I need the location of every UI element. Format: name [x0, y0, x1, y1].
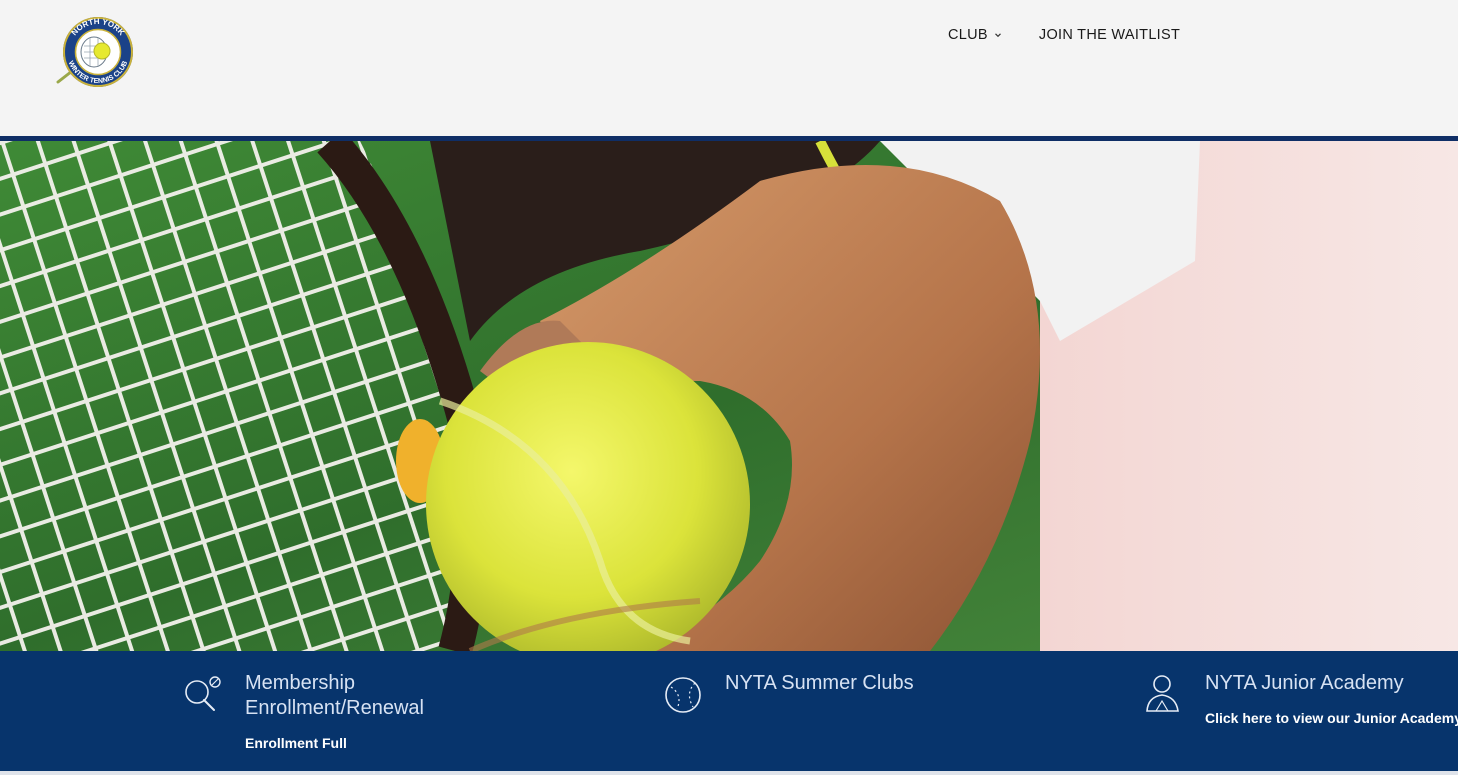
search-tennis-icon	[185, 676, 221, 711]
feature-membership-title-line2[interactable]: Enrollment/Renewal	[245, 696, 424, 721]
chevron-down-icon	[994, 33, 1001, 38]
features-band: Membership Enrollment/Renewal Enrollment…	[0, 651, 1458, 771]
feature-summer-clubs-title[interactable]: NYTA Summer Clubs	[725, 671, 914, 696]
hero-image	[0, 141, 1458, 651]
nav-item-club-label: CLUB	[948, 27, 988, 43]
band-bottom-border	[0, 771, 1458, 775]
nav-item-club[interactable]: CLUB	[948, 27, 1002, 43]
tennis-club-logo-icon: NORTH YORK WINTER TENNIS CLUB	[56, 17, 133, 87]
club-logo[interactable]: NORTH YORK WINTER TENNIS CLUB	[54, 16, 138, 88]
feature-junior-academy-title[interactable]: NYTA Junior Academy	[1205, 671, 1404, 696]
tennis-racket-ball-photo	[0, 141, 1458, 651]
feature-membership-title-line1[interactable]: Membership	[245, 671, 355, 696]
nav-item-join-waitlist-label: JOIN THE WAITLIST	[1038, 27, 1181, 43]
nav-item-join-waitlist[interactable]: JOIN THE WAITLIST	[1039, 27, 1180, 43]
tennis-ball-outline-icon	[665, 677, 701, 713]
site-header: NORTH YORK WINTER TENNIS CLUB CLUB JOIN …	[0, 0, 1458, 136]
feature-junior-academy-link[interactable]: Click here to view our Junior Academy	[1205, 710, 1458, 726]
main-nav: CLUB JOIN THE WAITLIST	[948, 27, 1180, 43]
feature-membership-subtitle[interactable]: Enrollment Full	[245, 735, 347, 751]
user-icon	[1146, 675, 1179, 712]
